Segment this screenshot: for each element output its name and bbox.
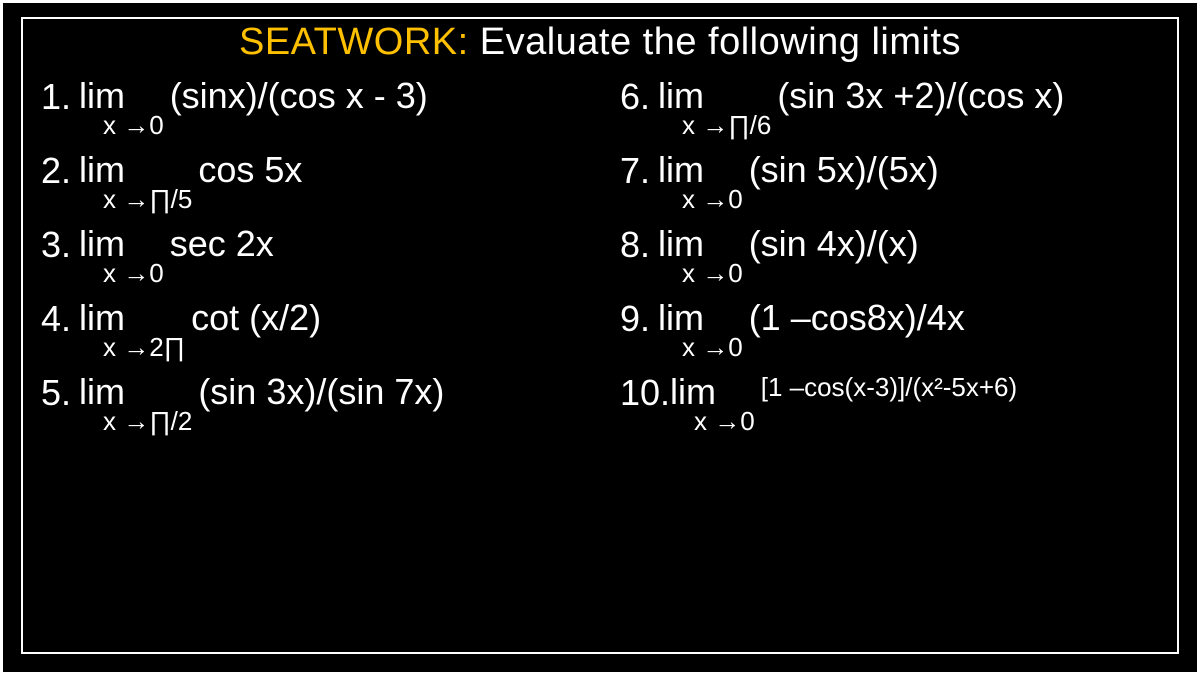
problem-number: 7. — [620, 152, 658, 190]
slide-title: SEATWORK: Evaluate the following limits — [41, 21, 1159, 64]
limit-word: lim — [79, 152, 125, 188]
expression: (sin 5x)/(5x) — [749, 152, 939, 188]
expression: (sin 3x +2)/(cos x) — [777, 78, 1064, 114]
limit-block: lim x →2∏ — [79, 300, 185, 360]
limit-approach: x →0 — [670, 408, 755, 434]
problem-number: 2. — [41, 152, 79, 190]
limit-approach: x →0 — [79, 260, 164, 286]
problem-number: 8. — [620, 226, 658, 264]
problem-number: 3. — [41, 226, 79, 264]
limit-block: lim x →0 — [79, 226, 164, 286]
limit-approach: x →0 — [658, 334, 743, 360]
limit-block: lim x →∏/6 — [658, 78, 771, 138]
expression: cos 5x — [198, 152, 302, 188]
problem-number: 5. — [41, 374, 79, 412]
limit-approach: x →∏/6 — [658, 112, 771, 138]
problem-3: 3. lim x →0 sec 2x — [41, 226, 580, 286]
limit-word: lim — [658, 152, 704, 188]
problem-number: 9. — [620, 300, 658, 338]
limit-block: lim x →∏/2 — [79, 374, 192, 434]
problem-number: 1. — [41, 78, 79, 116]
expression: (1 –cos8x)/4x — [749, 300, 965, 336]
left-column: 1. lim x →0 (sinx)/(cos x - 3) 2. lim x … — [41, 78, 580, 448]
problem-5: 5. lim x →∏/2 (sin 3x)/(sin 7x) — [41, 374, 580, 434]
limit-block: lim x →∏/5 — [79, 152, 192, 212]
problem-number: 6. — [620, 78, 658, 116]
problem-1: 1. lim x →0 (sinx)/(cos x - 3) — [41, 78, 580, 138]
title-accent: SEATWORK: — [239, 21, 469, 63]
expression: [1 –cos(x-3)]/(x²-5x+6) — [761, 374, 1017, 400]
limit-word: lim — [79, 226, 125, 262]
columns: 1. lim x →0 (sinx)/(cos x - 3) 2. lim x … — [41, 78, 1159, 448]
limit-approach: x →2∏ — [79, 334, 185, 360]
limit-word: lim — [670, 374, 716, 410]
problem-number: 10. — [620, 374, 670, 412]
expression: cot (x/2) — [191, 300, 321, 336]
limit-word: lim — [79, 374, 125, 410]
problem-number: 4. — [41, 300, 79, 338]
limit-approach: x →∏/2 — [79, 408, 192, 434]
right-column: 6. lim x →∏/6 (sin 3x +2)/(cos x) 7. lim… — [620, 78, 1159, 448]
problem-4: 4. lim x →2∏ cot (x/2) — [41, 300, 580, 360]
limit-block: lim x →0 — [670, 374, 755, 434]
problem-2: 2. lim x →∏/5 cos 5x — [41, 152, 580, 212]
limit-word: lim — [658, 78, 704, 114]
limit-block: lim x →0 — [658, 300, 743, 360]
limit-approach: x →0 — [79, 112, 164, 138]
limit-word: lim — [658, 300, 704, 336]
slide: SEATWORK: Evaluate the following limits … — [0, 0, 1200, 675]
slide-inner: SEATWORK: Evaluate the following limits … — [21, 17, 1179, 654]
expression: (sinx)/(cos x - 3) — [170, 78, 428, 114]
limit-word: lim — [79, 300, 125, 336]
title-rest: Evaluate the following limits — [469, 21, 961, 63]
problem-10: 10. lim x →0 [1 –cos(x-3)]/(x²-5x+6) — [620, 374, 1159, 434]
problem-8: 8. lim x →0 (sin 4x)/(x) — [620, 226, 1159, 286]
limit-word: lim — [658, 226, 704, 262]
limit-approach: x →∏/5 — [79, 186, 192, 212]
limit-approach: x →0 — [658, 260, 743, 286]
expression: (sin 3x)/(sin 7x) — [198, 374, 444, 410]
limit-approach: x →0 — [658, 186, 743, 212]
limit-word: lim — [79, 78, 125, 114]
limit-block: lim x →0 — [658, 226, 743, 286]
limit-block: lim x →0 — [658, 152, 743, 212]
problem-6: 6. lim x →∏/6 (sin 3x +2)/(cos x) — [620, 78, 1159, 138]
expression: sec 2x — [170, 226, 274, 262]
expression: (sin 4x)/(x) — [749, 226, 919, 262]
limit-block: lim x →0 — [79, 78, 164, 138]
problem-7: 7. lim x →0 (sin 5x)/(5x) — [620, 152, 1159, 212]
problem-9: 9. lim x →0 (1 –cos8x)/4x — [620, 300, 1159, 360]
